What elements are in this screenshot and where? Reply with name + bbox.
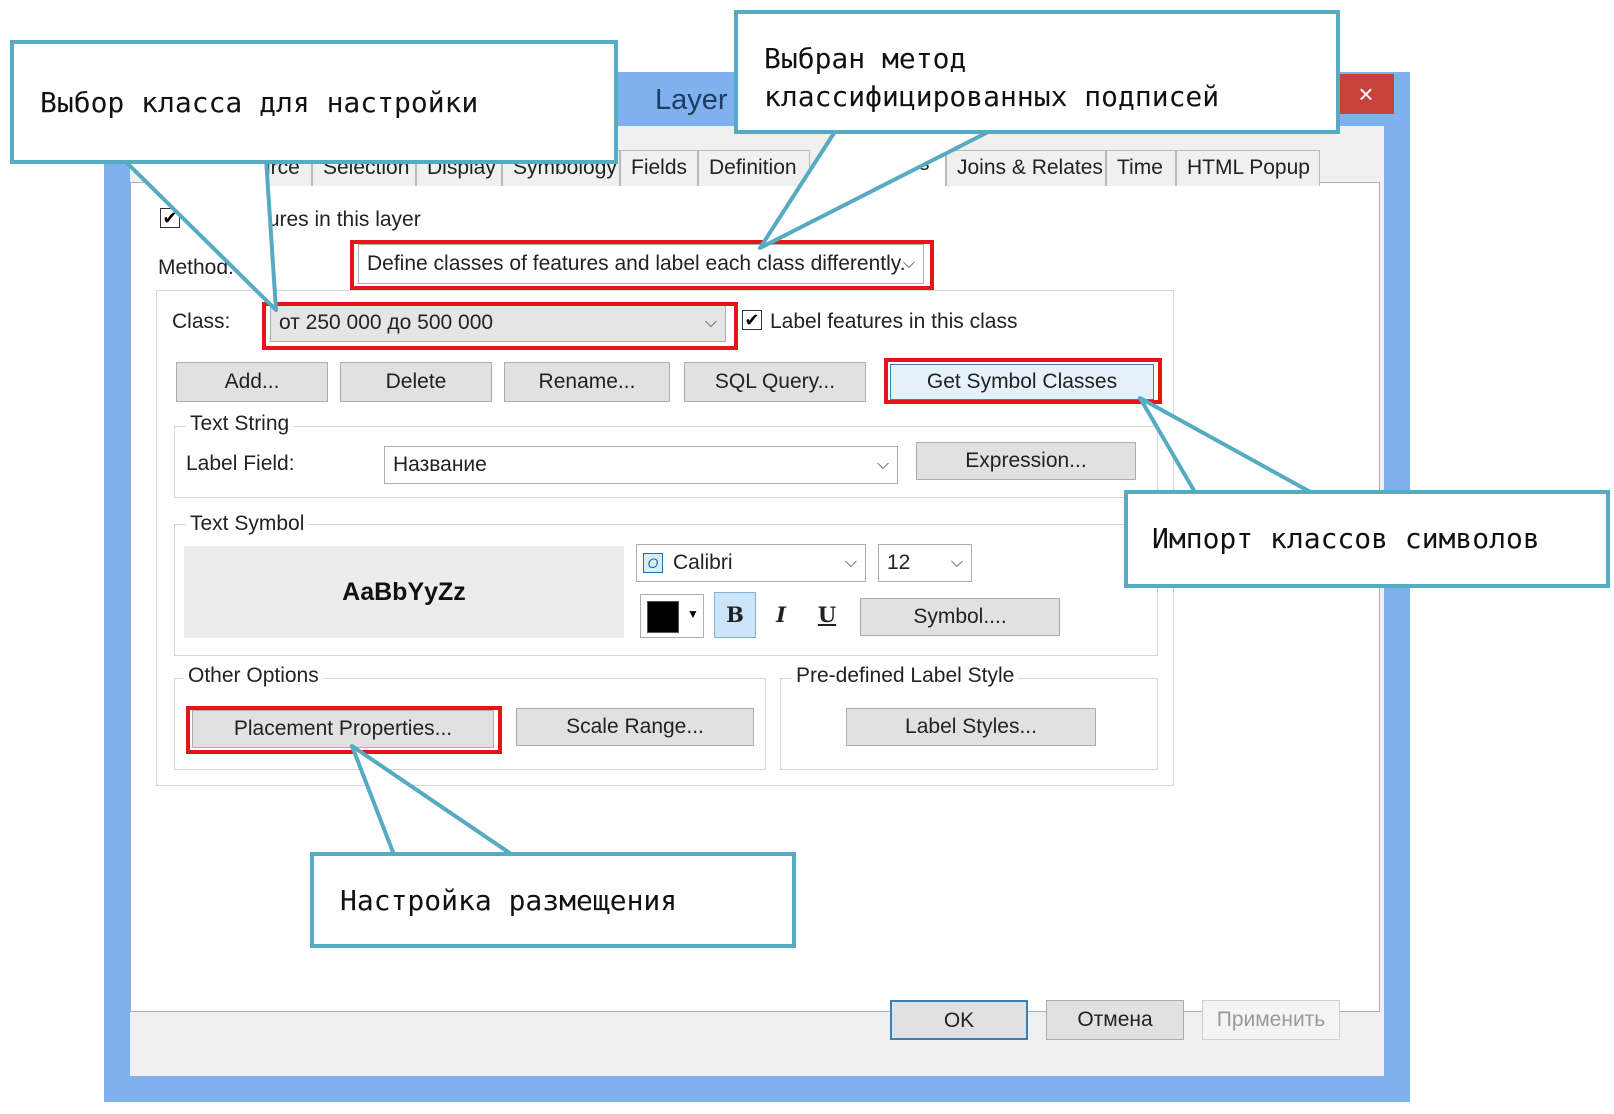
import-symbol-classes-callout: Импорт классов символов — [1124, 490, 1610, 588]
placement-callout: Настройка размещения — [310, 852, 796, 948]
class-select-callout: Выбор класса для настройки — [10, 40, 618, 164]
method-callout-pointer — [758, 128, 994, 250]
import-callout-pointer — [1138, 396, 1316, 496]
placement-callout-pointer — [350, 744, 522, 862]
class-callout-pointer — [120, 156, 278, 312]
method-callout: Выбран метод классифицированных подписей — [734, 10, 1340, 134]
